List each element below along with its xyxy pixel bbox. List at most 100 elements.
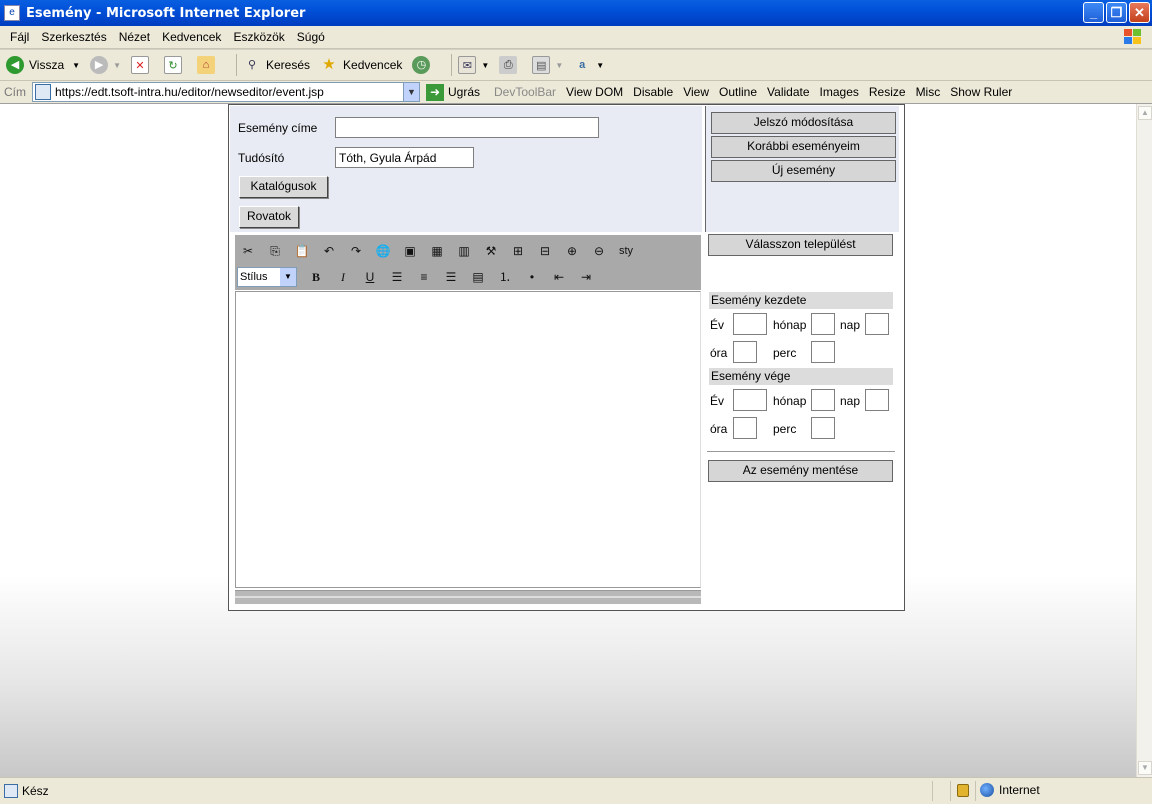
new-event-button[interactable]: Új esemény <box>711 160 896 182</box>
previous-events-button[interactable]: Korábbi eseményeim <box>711 136 896 158</box>
menu-view[interactable]: Nézet <box>113 30 156 44</box>
devtool-images[interactable]: Images <box>820 85 859 99</box>
status-divider <box>975 781 976 801</box>
menu-help[interactable]: Súgó <box>291 30 331 44</box>
title-bar: e Esemény - Microsoft Internet Explorer … <box>0 0 1152 26</box>
star-icon: ★ <box>322 56 336 73</box>
menu-tools[interactable]: Eszközök <box>227 30 290 44</box>
align-right-icon[interactable]: ☰ <box>440 267 462 287</box>
redo-icon[interactable]: ↷ <box>345 241 367 261</box>
insert-column-icon[interactable]: ⊕ <box>561 241 583 261</box>
align-left-icon[interactable]: ☰ <box>386 267 408 287</box>
end-year-input[interactable] <box>733 389 767 411</box>
event-title-label: Esemény címe <box>238 121 318 135</box>
devtool-disable[interactable]: Disable <box>633 85 673 99</box>
history-button[interactable]: ◷ <box>412 56 435 74</box>
event-title-input[interactable] <box>335 117 599 138</box>
link-icon[interactable]: 🌐 <box>372 241 394 261</box>
start-minute-input[interactable] <box>811 341 835 363</box>
indent-icon[interactable]: ⇥ <box>575 267 597 287</box>
stop-button[interactable]: ✕ <box>130 56 154 74</box>
home-button[interactable]: ⌂ <box>196 56 220 74</box>
delete-column-icon[interactable]: ⊖ <box>588 241 610 261</box>
devtool-outline[interactable]: Outline <box>719 85 757 99</box>
end-hour-input[interactable] <box>733 417 757 439</box>
devtool-view-dom[interactable]: View DOM <box>566 85 623 99</box>
close-button[interactable]: ✕ <box>1129 2 1150 23</box>
devtool-view[interactable]: View <box>683 85 709 99</box>
refresh-icon: ↻ <box>163 56 182 74</box>
end-minute-input[interactable] <box>811 417 835 439</box>
scroll-down-icon[interactable]: ▼ <box>1138 761 1152 775</box>
columns-button[interactable]: Rovatok <box>239 206 299 228</box>
go-button[interactable]: ➜ Ugrás <box>426 83 480 101</box>
bold-icon[interactable]: B <box>305 267 327 287</box>
hammer-icon[interactable]: ⚒ <box>480 241 502 261</box>
justify-icon[interactable]: ▤ <box>467 267 489 287</box>
align-center-icon[interactable]: ≡ <box>413 267 435 287</box>
search-button[interactable]: ⚲ Keresés <box>243 56 310 74</box>
end-day-input[interactable] <box>865 389 889 411</box>
start-hour-input[interactable] <box>733 341 757 363</box>
end-day-label: nap <box>840 394 861 408</box>
status-divider <box>932 781 933 801</box>
devtool-resize[interactable]: Resize <box>869 85 906 99</box>
change-password-button[interactable]: Jelszó módosítása <box>711 112 896 134</box>
back-button[interactable]: ◀ Vissza ▼ <box>6 56 80 74</box>
menu-favorites[interactable]: Kedvencek <box>156 30 227 44</box>
event-start-header: Esemény kezdete <box>709 292 893 309</box>
window-title: Esemény - Microsoft Internet Explorer <box>26 5 306 21</box>
minimize-button[interactable]: _ <box>1083 2 1104 23</box>
table-icon[interactable]: ▦ <box>426 241 448 261</box>
catalogs-button[interactable]: Katalógusok <box>239 176 328 198</box>
end-month-input[interactable] <box>811 389 835 411</box>
devtool-show-ruler[interactable]: Show Ruler <box>950 85 1012 99</box>
devtool-misc[interactable]: Misc <box>916 85 941 99</box>
undo-icon[interactable]: ↶ <box>318 241 340 261</box>
ordered-list-icon[interactable]: ⒈ <box>494 267 516 287</box>
start-day-input[interactable] <box>865 313 889 335</box>
print-button[interactable]: ⎙ <box>499 56 522 74</box>
copy-icon[interactable]: ⎘ <box>264 241 286 261</box>
rich-text-editor-area[interactable] <box>235 291 701 588</box>
vertical-scrollbar[interactable]: ▲ ▼ <box>1136 104 1152 777</box>
forward-button[interactable]: ▶ ▼ <box>90 56 121 74</box>
event-editor-panel: Esemény címe Tudósító Katalógusok Rovato… <box>228 104 905 611</box>
image-icon[interactable]: ▣ <box>399 241 421 261</box>
italic-icon[interactable]: I <box>332 267 354 287</box>
outdent-icon[interactable]: ⇤ <box>548 267 570 287</box>
security-zone[interactable]: Internet <box>980 783 1040 797</box>
editor-toolbar: ✂ ⎘ 📋 ↶ ↷ 🌐 ▣ ▦ ▥ ⚒ ⊞ ⊟ ⊕ ⊖ sty Stílus ▼ <box>235 235 701 290</box>
page-status-icon <box>4 784 18 798</box>
scroll-up-icon[interactable]: ▲ <box>1138 106 1152 120</box>
unordered-list-icon[interactable]: • <box>521 267 543 287</box>
maximize-button[interactable]: ❐ <box>1106 2 1127 23</box>
research-button[interactable]: a ▼ <box>573 56 604 74</box>
devtool-validate[interactable]: Validate <box>767 85 809 99</box>
sty-button[interactable]: sty <box>615 241 637 261</box>
chevron-down-icon: ▼ <box>113 60 121 70</box>
start-month-input[interactable] <box>811 313 835 335</box>
refresh-button[interactable]: ↻ <box>163 56 187 74</box>
favorites-button[interactable]: ★ Kedvencek <box>320 56 402 74</box>
csv-table-icon[interactable]: ▥ <box>453 241 475 261</box>
edit-page-button[interactable]: ▤ ▼ <box>532 56 563 74</box>
reporter-input[interactable] <box>335 147 474 168</box>
address-input[interactable]: https://edt.tsoft-intra.hu/editor/newsed… <box>32 82 420 102</box>
standard-toolbar: ◀ Vissza ▼ ▶ ▼ ✕ ↻ ⌂ ⚲ Keresés ★ Kedvenc… <box>0 50 1152 81</box>
start-year-input[interactable] <box>733 313 767 335</box>
chevron-down-icon[interactable]: ▼ <box>403 83 419 101</box>
insert-row-icon[interactable]: ⊞ <box>507 241 529 261</box>
style-select[interactable]: Stílus ▼ <box>237 267 297 287</box>
mail-button[interactable]: ✉ ▼ <box>458 56 489 74</box>
menu-file[interactable]: Fájl <box>4 30 35 44</box>
save-event-button[interactable]: Az esemény mentése <box>708 460 893 482</box>
delete-row-icon[interactable]: ⊟ <box>534 241 556 261</box>
cut-icon[interactable]: ✂ <box>237 241 259 261</box>
page-icon <box>35 84 51 100</box>
printer-icon: ⎙ <box>499 56 518 74</box>
underline-icon[interactable]: U <box>359 267 381 287</box>
menu-edit[interactable]: Szerkesztés <box>35 30 112 44</box>
choose-town-button[interactable]: Válasszon települést <box>708 234 893 256</box>
paste-icon[interactable]: 📋 <box>291 241 313 261</box>
